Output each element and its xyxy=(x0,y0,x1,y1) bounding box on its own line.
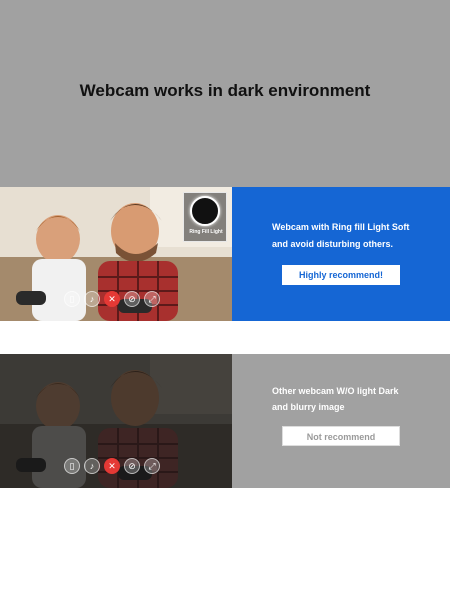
header-banner: Webcam works in dark environment xyxy=(0,0,450,187)
bright-webcam-photo: Ring Fill Light ▯ ♪ ✕ ⊘ ⤢ xyxy=(0,187,232,321)
mouse-icon[interactable]: ▯ xyxy=(64,458,80,474)
camera-off-icon[interactable]: ⊘ xyxy=(124,291,140,307)
call-controls: ▯ ♪ ✕ ⊘ ⤢ xyxy=(64,291,164,307)
dark-webcam-photo: ▯ ♪ ✕ ⊘ ⤢ xyxy=(0,354,232,488)
highly-recommend-badge: Highly recommend! xyxy=(282,265,400,285)
mouse-icon[interactable]: ▯ xyxy=(64,291,80,307)
without-light-line-1: Other webcam W/O light Dark xyxy=(272,386,399,396)
not-recommend-badge: Not recommend xyxy=(282,426,400,446)
page-title: Webcam works in dark environment xyxy=(79,81,371,100)
camera-off-icon[interactable]: ⊘ xyxy=(124,458,140,474)
ring-fill-light-label: Ring Fill Light xyxy=(189,229,223,235)
with-light-line-2: and avoid disturbing others. xyxy=(272,239,394,249)
microphone-icon[interactable]: ♪ xyxy=(84,291,100,307)
without-light-line-2: and blurry image xyxy=(272,402,345,412)
with-light-panel: Ring Fill Light ▯ ♪ ✕ ⊘ ⤢ Webcam with Ri… xyxy=(0,187,450,321)
ring-light-icon xyxy=(190,196,220,226)
fullscreen-icon[interactable]: ⤢ xyxy=(144,291,160,307)
call-controls: ▯ ♪ ✕ ⊘ ⤢ xyxy=(64,458,164,474)
without-light-description: Other webcam W/O light Dark and blurry i… xyxy=(272,383,442,415)
with-light-line-1: Webcam with Ring fill Light Soft xyxy=(272,222,410,232)
fullscreen-icon[interactable]: ⤢ xyxy=(144,458,160,474)
end-call-icon[interactable]: ✕ xyxy=(104,291,120,307)
end-call-icon[interactable]: ✕ xyxy=(104,458,120,474)
with-light-info: Webcam with Ring fill Light Soft and avo… xyxy=(232,187,450,321)
with-light-description: Webcam with Ring fill Light Soft and avo… xyxy=(272,219,442,253)
ring-fill-light-badge: Ring Fill Light xyxy=(183,192,227,242)
microphone-icon[interactable]: ♪ xyxy=(84,458,100,474)
without-light-info: Other webcam W/O light Dark and blurry i… xyxy=(232,354,450,488)
without-light-panel: ▯ ♪ ✕ ⊘ ⤢ Other webcam W/O light Dark an… xyxy=(0,354,450,488)
